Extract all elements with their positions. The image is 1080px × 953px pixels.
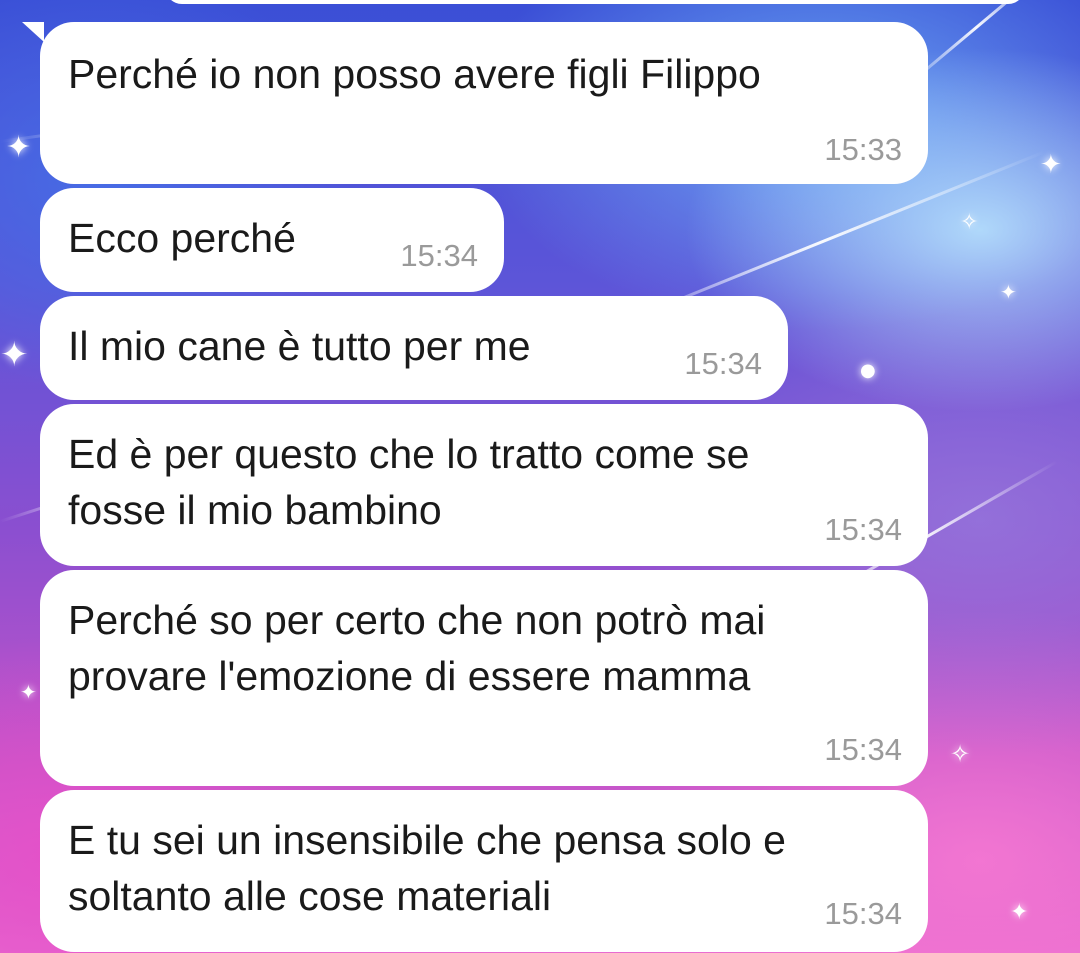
message-text: E tu sei un insensibile che pensa solo e… <box>68 817 786 919</box>
message-bubble[interactable]: Perché io non posso avere figli Filippo … <box>22 22 928 184</box>
message-bubble[interactable]: Perché so per certo che non potrò mai pr… <box>40 570 928 786</box>
message-timestamp: 15:34 <box>400 238 478 273</box>
message-bubble[interactable]: Ed è per questo che lo tratto come se fo… <box>40 404 928 566</box>
sparkle-icon: ✦ <box>0 335 29 375</box>
sparkle-icon: ✦ <box>20 680 37 704</box>
message-timestamp: 15:34 <box>824 512 902 547</box>
message-text: Ed è per questo che lo tratto come se fo… <box>68 431 750 533</box>
sparkle-icon: ✧ <box>960 210 979 235</box>
sparkle-icon: ● <box>860 360 876 381</box>
sparkle-icon: ✦ <box>1010 900 1029 925</box>
bubble-tail <box>22 22 44 42</box>
message-timestamp: 15:34 <box>824 896 902 931</box>
message-text: Perché io non posso avere figli Filippo <box>68 51 761 97</box>
message-timestamp: 15:34 <box>684 346 762 381</box>
message-timestamp: 15:34 <box>824 732 902 767</box>
message-bubble[interactable]: Ecco perché 15:34 <box>40 188 504 292</box>
sparkle-icon: ✦ <box>6 130 32 165</box>
message-bubble[interactable]: Il mio cane è tutto per me 15:34 <box>40 296 788 400</box>
message-bubble[interactable]: E tu sei un insensibile che pensa solo e… <box>40 790 928 952</box>
sparkle-icon: ✧ <box>950 740 971 768</box>
previous-message-bubble[interactable] <box>165 0 1025 4</box>
message-text: Ecco perché <box>68 215 296 261</box>
message-text: Perché so per certo che non potrò mai pr… <box>68 597 766 699</box>
sparkle-icon: ✦ <box>1040 150 1062 180</box>
message-text: Il mio cane è tutto per me <box>68 323 531 369</box>
message-timestamp: 15:33 <box>824 132 902 167</box>
sparkle-icon: ✦ <box>1000 280 1017 304</box>
